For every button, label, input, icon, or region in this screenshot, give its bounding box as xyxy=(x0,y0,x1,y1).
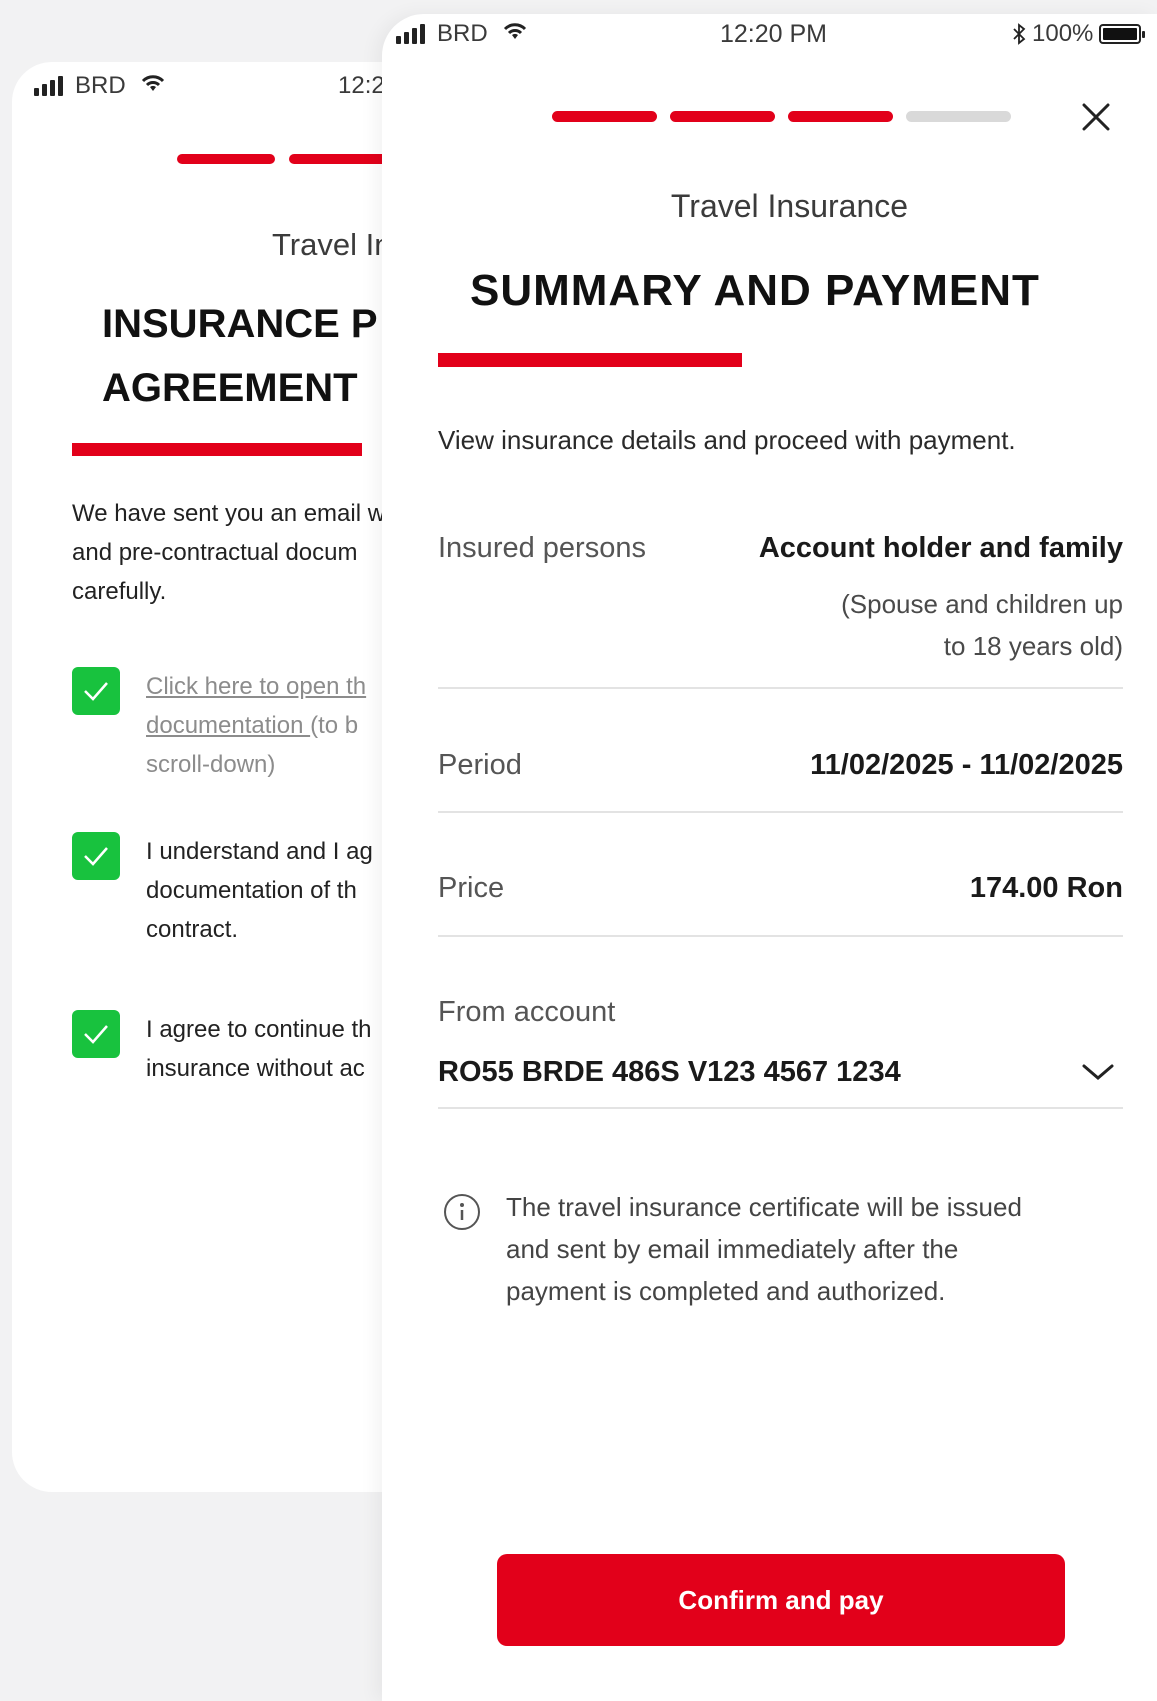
status-time: 12:20 PM xyxy=(720,20,828,48)
status-bar: BRD xyxy=(396,20,528,48)
wifi-icon xyxy=(140,72,166,100)
progress-indicator xyxy=(177,154,387,164)
insured-persons-value: Account holder and family xyxy=(758,532,1123,564)
progress-segment xyxy=(670,111,775,122)
price-row: Price 174.00 Ron xyxy=(438,872,1123,912)
progress-segment xyxy=(906,111,1011,122)
insured-persons-note: (Spouse and children up to 18 years old) xyxy=(841,589,1123,661)
period-value: 11/02/2025 - 11/02/2025 xyxy=(810,749,1123,781)
progress-segment xyxy=(788,111,893,122)
signal-icon xyxy=(396,24,425,44)
checkbox-checked[interactable] xyxy=(72,667,120,715)
screen-subtitle: Travel Insurance xyxy=(670,188,909,224)
understand-label: I understand and I ag documentation of t… xyxy=(146,838,373,943)
title-accent-bar xyxy=(72,443,362,456)
screen-title: INSURANCE P AGREEMENT xyxy=(102,302,378,410)
divider xyxy=(438,935,1123,937)
intro-text: View insurance details and proceed with … xyxy=(438,425,1016,455)
period-row: Period 11/02/2025 - 11/02/2025 xyxy=(438,749,1123,789)
checkbox-checked[interactable] xyxy=(72,1010,120,1058)
progress-indicator xyxy=(552,111,1011,122)
price-label: Price xyxy=(438,872,505,904)
divider xyxy=(438,811,1123,813)
divider xyxy=(438,687,1123,689)
wifi-icon xyxy=(502,20,528,48)
from-account-label: From account xyxy=(438,996,616,1028)
summary-payment-screen: BRD 12:20 PM 100% Travel Insurance SUMMA… xyxy=(382,14,1157,1701)
progress-segment xyxy=(177,154,275,164)
understand-check-row[interactable]: I understand and I ag documentation of t… xyxy=(72,832,373,949)
price-value: 174.00 Ron xyxy=(969,872,1123,904)
documentation-check-row[interactable]: Click here to open th documentation (to b… xyxy=(72,667,366,784)
bluetooth-icon xyxy=(1013,23,1026,45)
signal-icon xyxy=(34,76,63,96)
insured-persons-row: Insured persons Account holder and famil… xyxy=(438,532,1123,672)
agree-label: I agree to continue th insurance without… xyxy=(146,1016,372,1082)
checkmark-icon xyxy=(84,847,108,866)
progress-segment xyxy=(552,111,657,122)
checkbox-checked[interactable] xyxy=(72,832,120,880)
battery-icon xyxy=(1099,24,1146,44)
chevron-down-icon xyxy=(1082,1064,1114,1080)
period-label: Period xyxy=(438,749,522,781)
insured-persons-label: Insured persons xyxy=(438,532,646,564)
carrier-name: BRD xyxy=(437,20,488,47)
account-select[interactable]: RO55 BRDE 486S V123 4567 1234 xyxy=(438,1044,1123,1100)
divider xyxy=(438,1107,1123,1109)
progress-segment xyxy=(289,154,387,164)
page-title: SUMMARY AND PAYMENT xyxy=(470,266,1040,315)
close-icon xyxy=(1082,103,1110,131)
info-note: The travel insurance certificate will be… xyxy=(444,1186,1022,1312)
checkmark-icon xyxy=(84,1025,108,1044)
status-time: 12:2 xyxy=(338,72,385,99)
battery-percent: 100% xyxy=(1032,20,1094,47)
documentation-link[interactable]: Click here to open th documentation (to b… xyxy=(146,667,366,784)
info-text: The travel insurance certificate will be… xyxy=(506,1192,1022,1306)
battery-status: 100% xyxy=(1012,20,1146,48)
close-button[interactable] xyxy=(1075,96,1117,138)
title-accent-bar xyxy=(438,353,742,367)
checkmark-icon xyxy=(84,682,108,701)
info-icon xyxy=(444,1194,480,1230)
account-value: RO55 BRDE 486S V123 4567 1234 xyxy=(438,1055,901,1088)
agree-check-row[interactable]: I agree to continue th insurance without… xyxy=(72,1010,372,1088)
confirm-and-pay-button[interactable]: Confirm and pay xyxy=(497,1554,1065,1646)
carrier-name: BRD xyxy=(75,72,126,99)
screen-subtitle: Travel In xyxy=(272,227,392,262)
